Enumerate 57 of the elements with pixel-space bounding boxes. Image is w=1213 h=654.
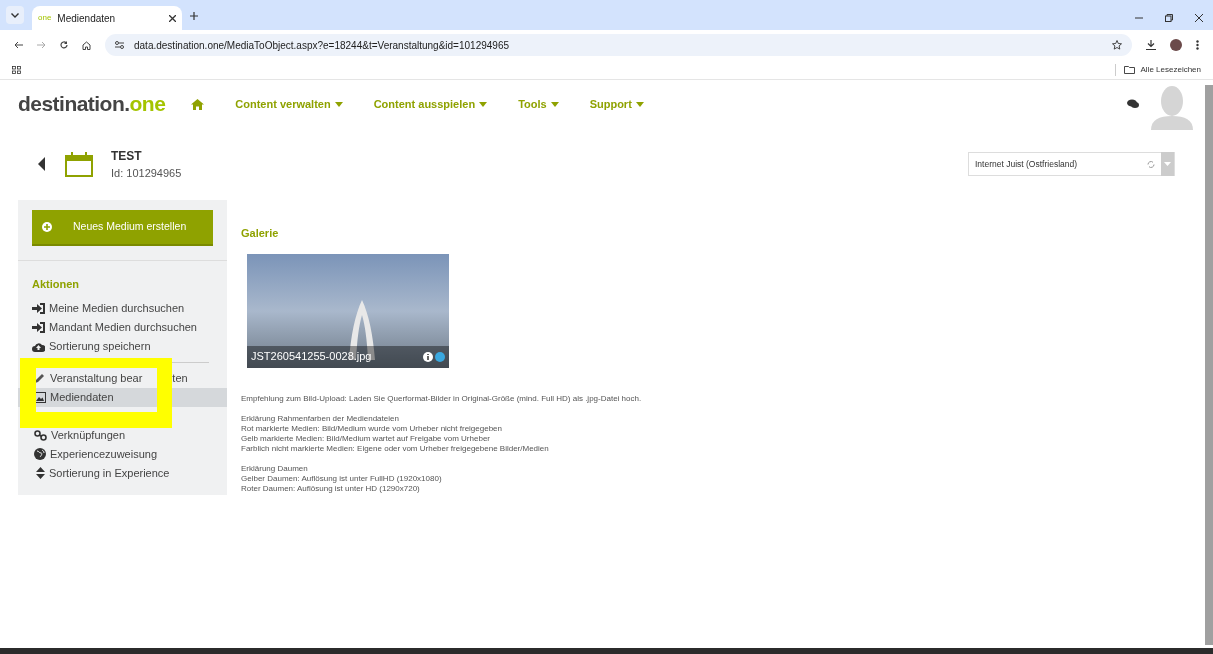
info-text: Empfehlung zum Bild-Upload: Laden Sie Querformat-Bilder in Original-Größe (mind. Full HD) als .jpg-Datei hoch. — [241, 393, 642, 404]
close-icon[interactable] — [169, 14, 176, 22]
sidebar-item[interactable]: Experiencezuweisung — [18, 444, 227, 464]
new-tab-icon[interactable] — [190, 12, 198, 20]
caret-icon — [479, 101, 488, 107]
dropdown-toggle[interactable] — [1161, 152, 1174, 176]
apps-grid-icon[interactable] — [12, 65, 21, 74]
object-id: Id: 101294965 — [111, 165, 182, 181]
sidebar-item[interactable]: Sortierung in Experience — [18, 463, 227, 483]
browser-tab[interactable]: one Mediendaten — [32, 6, 182, 30]
link-icon — [34, 429, 47, 441]
favicon: one — [38, 12, 52, 24]
sort-icon — [36, 467, 45, 479]
back-triangle-icon[interactable] — [38, 157, 45, 171]
logo[interactable]: destination.one — [18, 88, 166, 120]
caret-icon — [334, 101, 343, 107]
cloud-upload-icon — [32, 340, 45, 352]
plus-circle-icon — [42, 222, 52, 232]
tab-list-button[interactable] — [6, 6, 24, 24]
caret-icon — [550, 101, 559, 107]
url-text: data.destination.one/MediaToObject.aspx?e=18244&t=Veranstaltung&id=101294965 — [134, 38, 509, 53]
sidebar-action[interactable]: Meine Medien durchsuchen — [32, 298, 227, 318]
info-text: Erklärung Rahmenfarben der Mediendateien Rot markierte Medien: Bild/Medium wurde vom Urheber nicht freigegeben Gelb markierte Medien: Bild/Medium wartet auf Freigabe vom Urheber Farblich nicht markierte Medien: Eigene oder vom Urheber freigegebene Bilder/Medien — [241, 413, 550, 454]
home-icon[interactable] — [82, 40, 91, 50]
tab-title: Mediendaten — [57, 11, 116, 26]
sidebar-item[interactable]: Verknüpfungen — [18, 425, 227, 445]
more-menu-icon[interactable] — [1196, 40, 1199, 50]
object-title: TEST — [111, 147, 143, 165]
sign-in-icon — [32, 321, 45, 333]
site-settings-icon — [115, 41, 124, 49]
sign-in-icon — [32, 302, 45, 314]
download-icon[interactable] — [1146, 40, 1156, 50]
folder-icon — [1123, 65, 1135, 74]
info-icon[interactable] — [423, 351, 433, 362]
pencil-icon — [34, 372, 46, 384]
reload-icon[interactable] — [60, 41, 68, 49]
sidebar-item[interactable]: Veranstaltung bear ten — [18, 368, 227, 388]
sidebar-action[interactable]: Sortierung speichern — [32, 336, 227, 356]
close-icon[interactable] — [1195, 14, 1203, 22]
section-heading: Aktionen — [32, 277, 81, 292]
image-filename: JST260541255-0028.jpg — [251, 349, 372, 365]
client-select[interactable]: Internet Juist (Ostfriesland) — [968, 152, 1175, 176]
caret-icon — [1164, 162, 1171, 166]
image-icon — [34, 391, 46, 403]
star-icon[interactable] — [1112, 40, 1122, 50]
sidebar-action[interactable]: Mandant Medien durchsuchen — [32, 317, 227, 337]
back-arrow-icon[interactable] — [14, 41, 23, 49]
gallery-heading: Galerie — [241, 226, 280, 241]
image-thumbnail[interactable]: JST260541255-0028.jpg — [247, 253, 449, 368]
calendar-icon — [65, 151, 93, 177]
address-bar[interactable]: data.destination.one/MediaToObject.aspx?e=18244&t=Veranstaltung&id=101294965 — [105, 34, 1132, 56]
info-text: Erklärung Daumen Gelber Daumen: Auflösung ist unter FullHD (1920x1080) Roter Daumen: Auflösung ist unter HD (1290x720) — [241, 463, 443, 494]
profile-avatar[interactable] — [1170, 39, 1182, 51]
restore-icon[interactable] — [1165, 14, 1173, 22]
caret-icon — [635, 101, 644, 107]
bookmarks-folder[interactable]: Alle Lesezeichen — [1123, 63, 1201, 76]
chevron-down-icon — [11, 12, 19, 18]
